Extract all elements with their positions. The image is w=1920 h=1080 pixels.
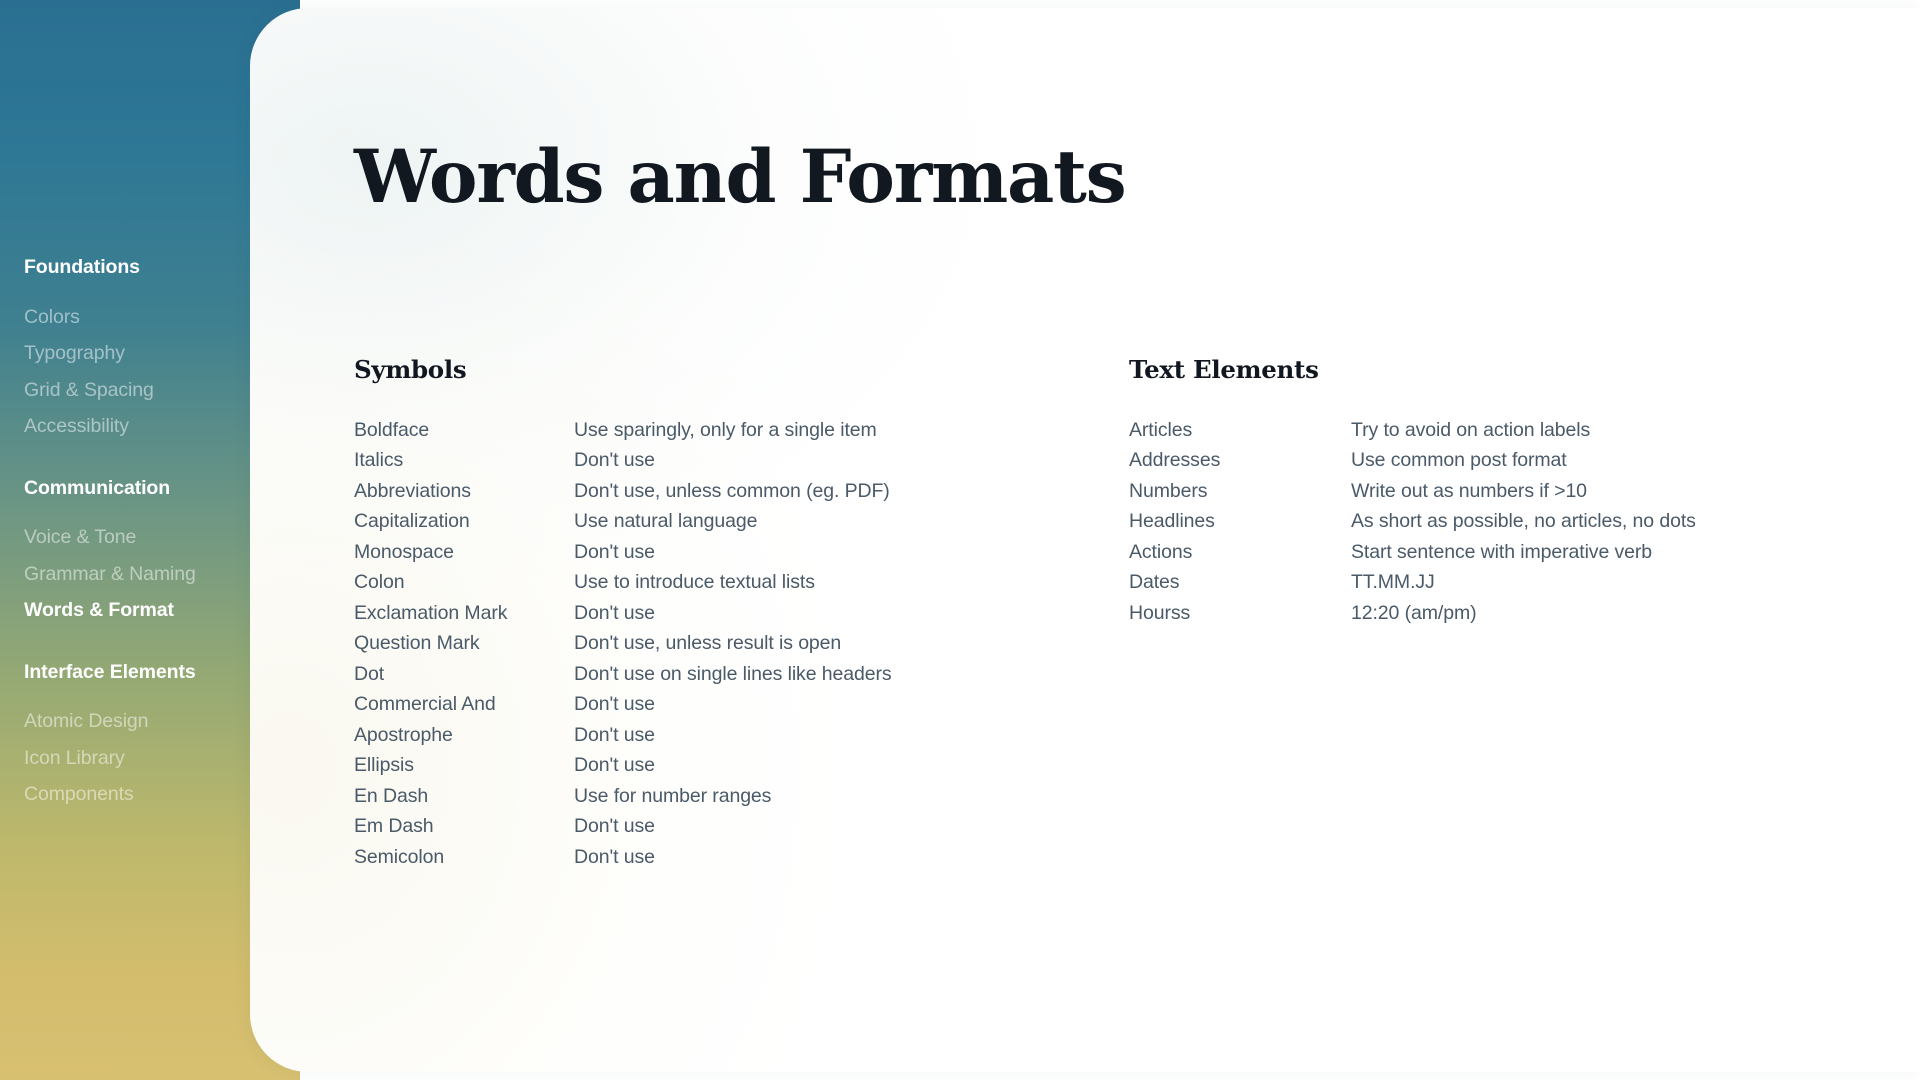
table-row: Semicolon Don't use — [354, 842, 1129, 873]
table-cell-value: Use sparingly, only for a single item — [574, 418, 877, 441]
table-cell-key: Boldface — [354, 418, 430, 441]
table-cell-value: Don't use — [574, 845, 655, 868]
table-row: Dates TT.MM.JJ — [1129, 567, 1829, 598]
table-rows: Articles Try to avoid on action labels Add… — [1129, 415, 1829, 629]
table-rows: Boldface Use sparingly, only for a single… — [354, 415, 1129, 873]
table-cell-value: Use common post format — [1351, 449, 1567, 471]
table-row: Addresses Use common post format — [1129, 445, 1829, 476]
table-row: Italics Don't use — [354, 445, 1129, 476]
table-row: Exclamation Mark Don't use — [354, 598, 1129, 629]
table-row: Articles Try to avoid on action labels — [1129, 415, 1829, 446]
table-cell-value: Use natural language — [574, 510, 758, 532]
table-cell-value: Use to introduce textual lists — [574, 571, 815, 593]
table-row: Em Dash Don't use — [354, 811, 1129, 842]
table-cell-value: Don't use — [574, 601, 655, 624]
table-cell-value: Don't use — [574, 815, 655, 837]
table-cell-key: Dates — [1129, 571, 1180, 593]
table-cell-value: 12:20 (am/pm) — [1351, 601, 1477, 624]
table-row: Dot Don't use on single lines like header… — [354, 659, 1129, 690]
table-cell-key: Addresses — [1129, 449, 1221, 471]
table-cell-key: Monospace — [354, 540, 454, 563]
table-row: Colon Use to introduce textual lists — [354, 567, 1129, 598]
table-cell-key: Colon — [354, 571, 405, 593]
table-row: Question Mark Don't use, unless result is… — [354, 628, 1129, 659]
table-cell-value: Don't use, unless common (eg. PDF) — [574, 479, 890, 502]
table-row: Capitalization Use natural language — [354, 506, 1129, 537]
table-cell-key: En Dash — [354, 784, 429, 807]
table-cell-value: Don't use — [574, 693, 655, 715]
table-cell-key: Question Mark — [354, 632, 480, 654]
table-cell-value: Try to avoid on action labels — [1351, 418, 1591, 441]
table-cell-value: Write out as numbers if >10 — [1351, 479, 1587, 502]
table-row: Abbreviations Don't use, unless common (e… — [354, 476, 1129, 507]
tables-container: Symbols Boldface Use sparingly, only for a… — [354, 355, 1834, 873]
table-cell-value: Don't use — [574, 723, 655, 746]
table-row: Numbers Write out as numbers if >10 — [1129, 476, 1829, 507]
content-panel: Words and Formats Symbols Boldface Use spa… — [250, 8, 1920, 1072]
table-cell-value: Don't use — [574, 754, 655, 776]
table-cell-key: Numbers — [1129, 479, 1208, 502]
page-title: Words and Formats — [354, 134, 1127, 220]
table-row: Apostrophe Don't use — [354, 720, 1129, 751]
table-row: En Dash Use for number ranges — [354, 781, 1129, 812]
table-cell-key: Em Dash — [354, 815, 434, 837]
table-cell-key: Semicolon — [354, 845, 445, 868]
table-cell-key: Exclamation Mark — [354, 601, 508, 624]
design-system-page: Foundations Colors Typography Grid & Spacin… — [0, 0, 1920, 1080]
table-cell-key: Headlines — [1129, 510, 1215, 532]
table-row: Headlines As short as possible, no articl… — [1129, 506, 1829, 537]
table-cell-key: Apostrophe — [354, 723, 453, 746]
table-row: Ellipsis Don't use — [354, 750, 1129, 781]
table-cell-value: Don't use on single lines like headers — [574, 662, 892, 685]
table-cell-key: Ellipsis — [354, 754, 414, 776]
table-title: Symbols — [354, 355, 467, 384]
table-cell-key: Actions — [1129, 540, 1193, 563]
table-row: Hourss 12:20 (am/pm) — [1129, 598, 1829, 629]
table-row: Monospace Don't use — [354, 537, 1129, 568]
table-cell-key: Capitalization — [354, 510, 470, 532]
table-cell-key: Commercial And — [354, 693, 496, 715]
table-cell-key: Dot — [354, 662, 385, 685]
table-cell-key: Hourss — [1129, 601, 1191, 624]
table-cell-value: Don't use — [574, 449, 655, 471]
table-cell-key: Abbreviations — [354, 479, 471, 502]
table-title: Text Elements — [1129, 355, 1319, 384]
table-cell-value: Start sentence with imperative verb — [1351, 540, 1653, 563]
table-row: Actions Start sentence with imperative ve… — [1129, 537, 1829, 568]
table-cell-value: Don't use, unless result is open — [574, 632, 842, 654]
table-cell-value: TT.MM.JJ — [1351, 571, 1435, 593]
table-cell-value: Don't use — [574, 540, 655, 563]
table-row: Commercial And Don't use — [354, 689, 1129, 720]
table-cell-value: Use for number ranges — [574, 784, 772, 807]
table-symbols: Symbols Boldface Use sparingly, only for a… — [354, 355, 1129, 873]
table-row: Boldface Use sparingly, only for a single… — [354, 415, 1129, 446]
table-cell-key: Italics — [354, 449, 404, 471]
table-cell-key: Articles — [1129, 418, 1193, 441]
table-cell-value: As short as possible, no articles, no do… — [1351, 510, 1696, 532]
table-text-elements: Text Elements Articles Try to avoid on act… — [1129, 355, 1829, 872]
